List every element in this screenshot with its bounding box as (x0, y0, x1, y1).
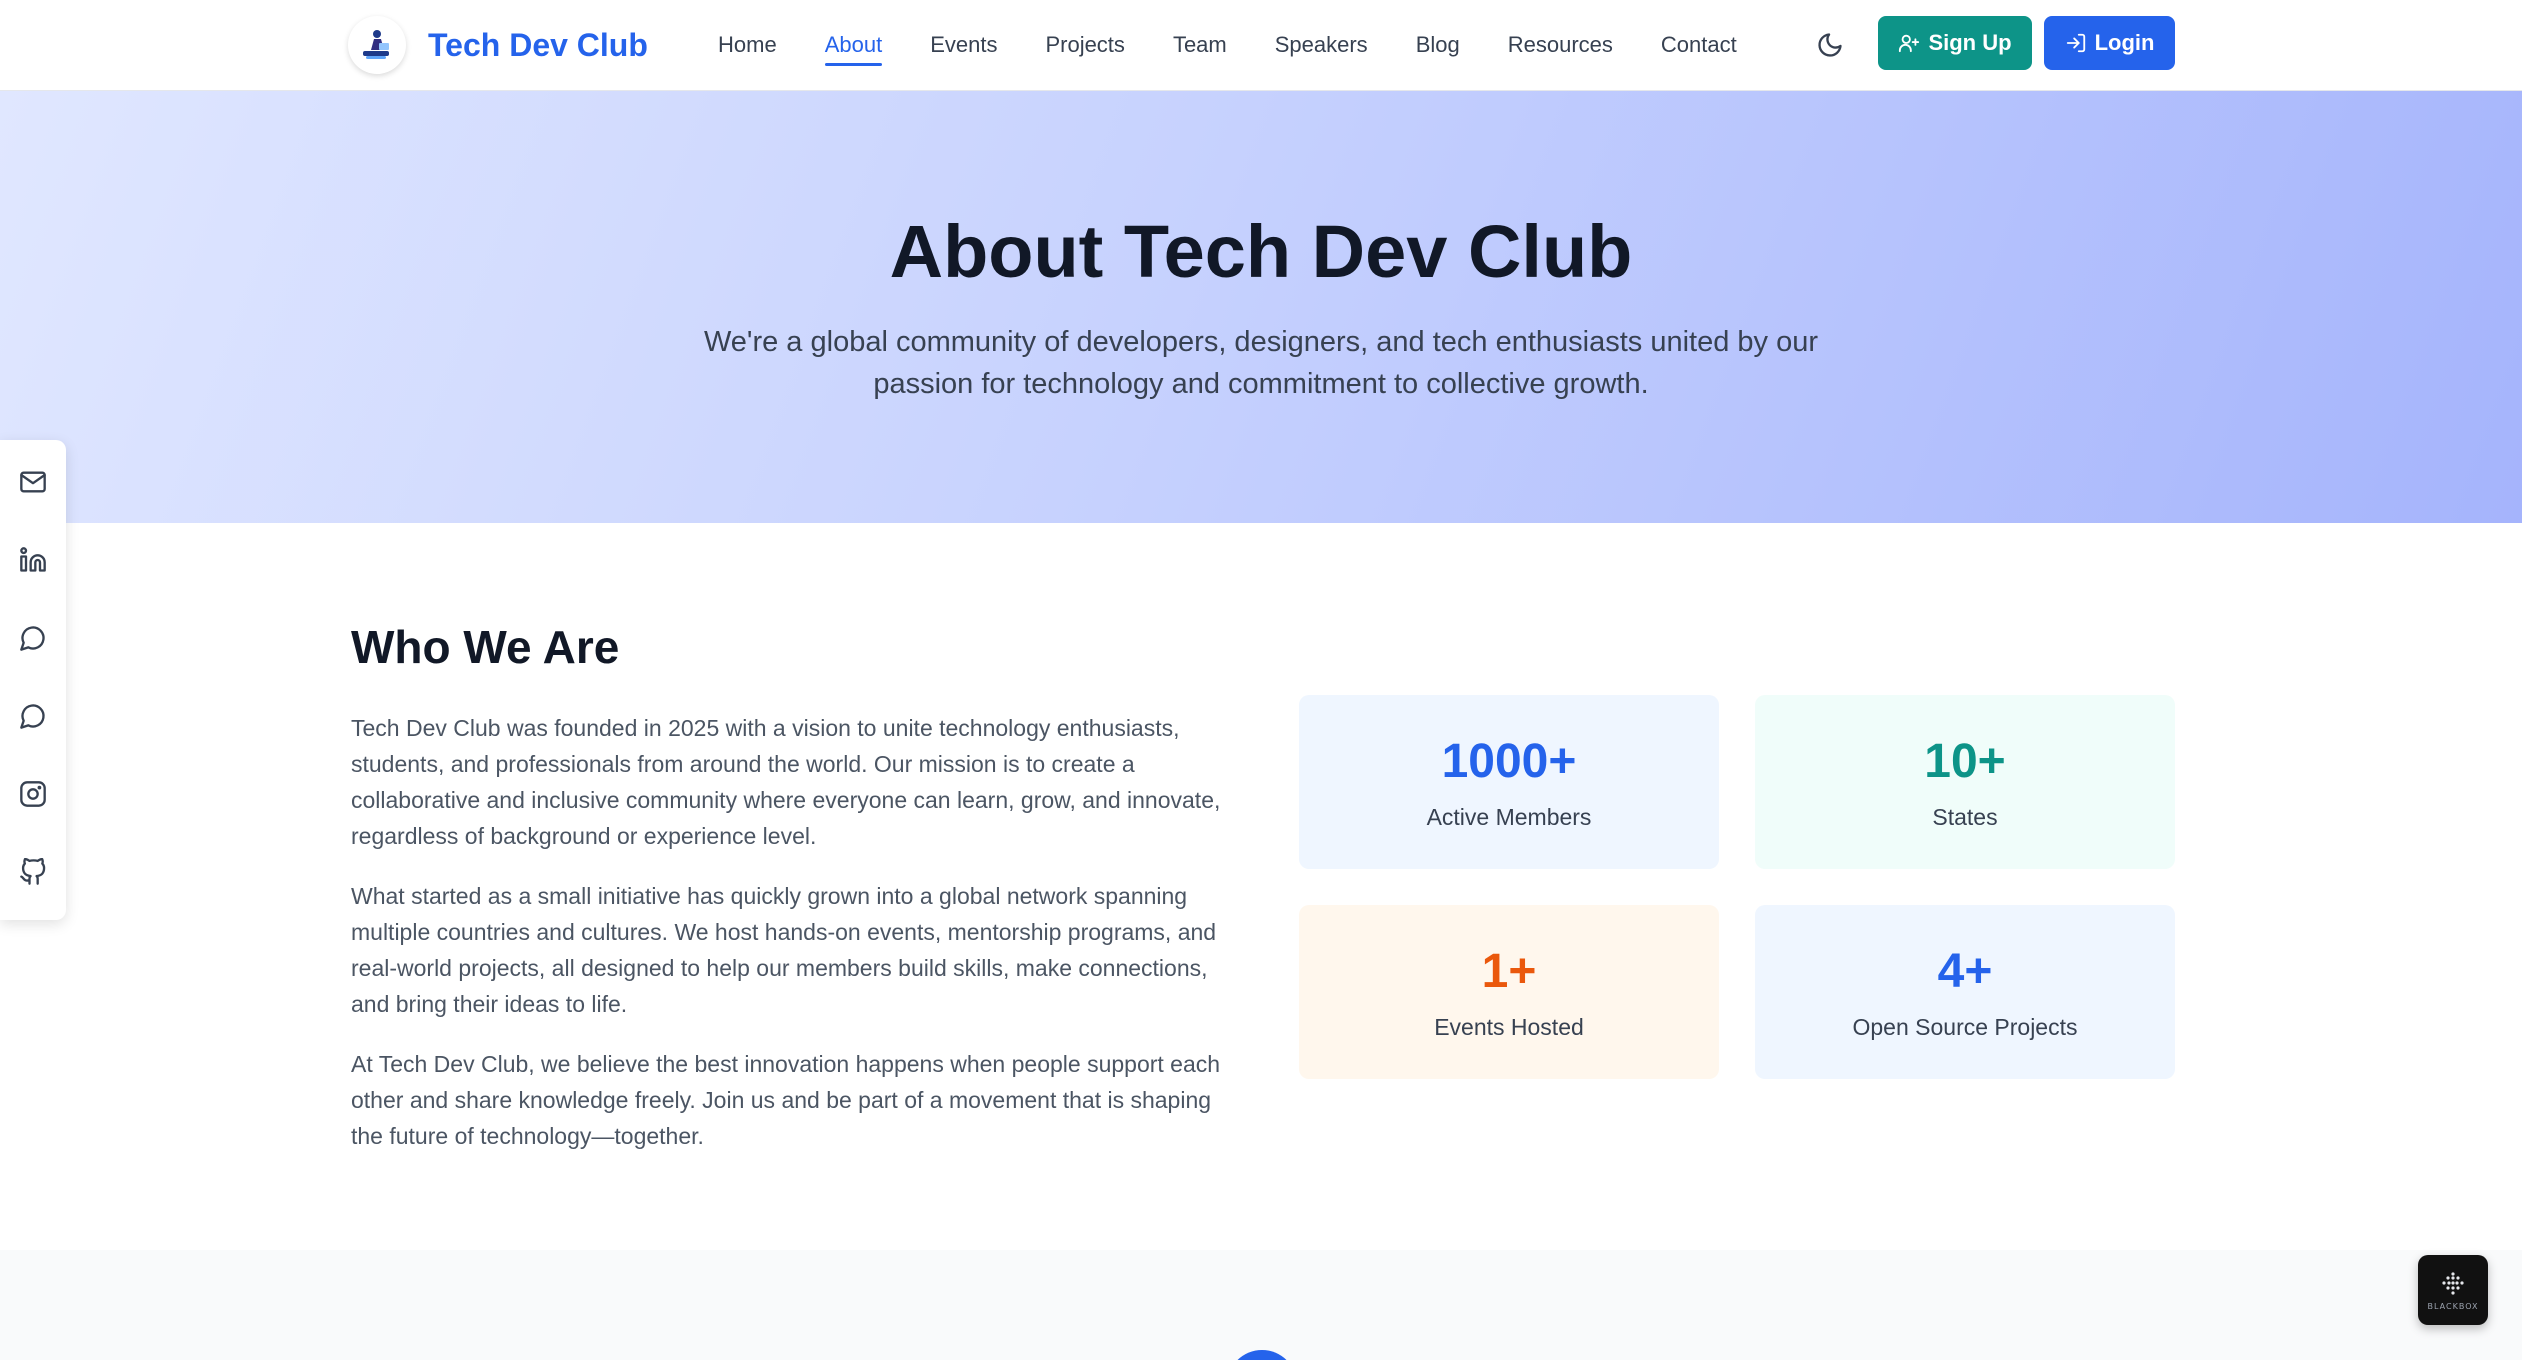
nav-events[interactable]: Events (930, 26, 997, 64)
theme-toggle-button[interactable] (1810, 25, 1850, 65)
stat-card-events: 1+ Events Hosted (1299, 905, 1719, 1079)
club-logo-icon (348, 16, 406, 74)
stat-card-projects: 4+ Open Source Projects (1755, 905, 2175, 1079)
blackbox-widget-button[interactable]: BLACKBOX (2418, 1255, 2488, 1325)
stat-label: Active Members (1426, 803, 1592, 830)
mail-icon[interactable] (13, 462, 53, 502)
social-sidebar (0, 440, 66, 920)
blackbox-icon (2442, 1272, 2464, 1295)
moon-icon (1818, 33, 1842, 57)
sign-up-button[interactable]: Sign Up (1878, 16, 2032, 70)
stat-card-states: 10+ States (1755, 695, 2175, 869)
stat-label: Events Hosted (1434, 1013, 1584, 1040)
brand-name: Tech Dev Club (428, 26, 648, 63)
nav-blog[interactable]: Blog (1416, 26, 1460, 64)
chat-icon[interactable] (13, 618, 53, 658)
login-icon (2066, 33, 2085, 53)
nav-speakers[interactable]: Speakers (1275, 26, 1368, 64)
nav-home[interactable]: Home (718, 26, 777, 64)
who-paragraph-3: At Tech Dev Club, we believe the best in… (351, 1051, 1221, 1149)
brand[interactable]: Tech Dev Club (348, 16, 648, 74)
nav-projects[interactable]: Projects (1045, 26, 1124, 64)
nav-resources[interactable]: Resources (1508, 26, 1613, 64)
page-title: About Tech Dev Club (889, 210, 1633, 293)
instagram-icon[interactable] (13, 774, 53, 814)
sign-up-label: Sign Up (1928, 30, 2012, 55)
stat-label: States (1932, 803, 1998, 830)
about-hero: About Tech Dev Club We're a global commu… (0, 91, 2522, 523)
who-we-are-text: Tech Dev Club was founded in 2025 with a… (351, 710, 1231, 1178)
nav-team[interactable]: Team (1173, 26, 1227, 64)
stat-value: 10+ (1924, 734, 2006, 788)
nav-contact[interactable]: Contact (1661, 26, 1737, 64)
stat-label: Open Source Projects (1852, 1013, 2078, 1040)
user-plus-icon (1899, 34, 1920, 53)
who-paragraph-2: What started as a small initiative has q… (351, 883, 1217, 1017)
login-button[interactable]: Login (2044, 16, 2175, 70)
hero-subtitle: We're a global community of developers, … (703, 326, 1819, 400)
who-paragraph-1: Tech Dev Club was founded in 2025 with a… (351, 715, 1221, 849)
main-nav: Home About Events Projects Team Speakers… (718, 0, 1737, 90)
nav-about[interactable]: About (824, 26, 882, 66)
blackbox-label: BLACKBOX (2427, 1302, 2479, 1311)
login-label: Login (2094, 30, 2155, 55)
linkedin-icon[interactable] (13, 540, 53, 580)
next-section (0, 1250, 2522, 1360)
stat-card-members: 1000+ Active Members (1299, 695, 1719, 869)
message-icon[interactable] (13, 696, 53, 736)
site-header: Tech Dev Club Home About Events Projects… (0, 0, 2522, 91)
stat-value: 4+ (1937, 944, 1993, 998)
section-badge-icon (1227, 1350, 1297, 1360)
github-icon[interactable] (13, 852, 53, 892)
stat-value: 1000+ (1441, 734, 1577, 788)
stat-value: 1+ (1481, 944, 1537, 998)
who-we-are-heading: Who We Are (351, 621, 620, 673)
